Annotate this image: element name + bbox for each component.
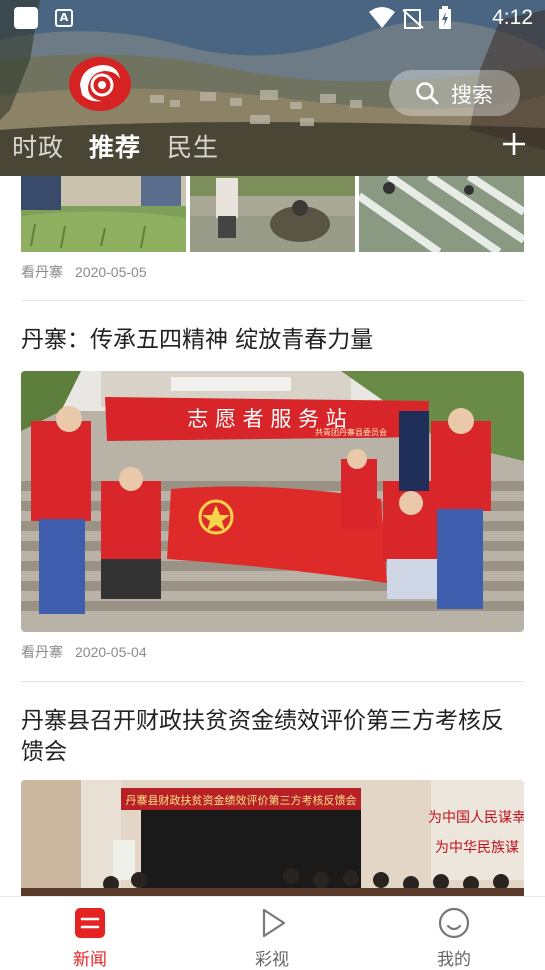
nav-news[interactable]: 新闻 bbox=[40, 897, 140, 970]
status-icons bbox=[369, 6, 451, 29]
news-icon bbox=[75, 908, 105, 938]
play-icon bbox=[262, 908, 286, 938]
thumbnail-image bbox=[190, 176, 355, 252]
news-date: 2020-05-05 bbox=[75, 264, 147, 280]
app-square-icon bbox=[14, 7, 38, 29]
search-label: 搜索 bbox=[451, 83, 493, 107]
plus-icon[interactable] bbox=[501, 131, 527, 157]
news-date: 2020-05-04 bbox=[75, 644, 147, 660]
divider bbox=[21, 681, 524, 682]
volunteers-photo: 志 愿 者 服 务 站 共青团丹寨县委员会 bbox=[21, 371, 524, 632]
search-icon bbox=[416, 82, 439, 105]
tab-shizheng[interactable]: 时政 bbox=[12, 128, 64, 164]
status-time: 4:12 bbox=[492, 6, 533, 29]
wifi-icon bbox=[369, 7, 395, 28]
header: A 4:12 搜索 时政 推荐 民生 bbox=[0, 0, 545, 176]
channel-tabs: 时政 推荐 民生 bbox=[0, 128, 545, 168]
nav-mine[interactable]: 我的 bbox=[404, 897, 504, 970]
bottom-nav: 新闻 彩视 我的 bbox=[0, 896, 545, 970]
tab-minsheng[interactable]: 民生 bbox=[167, 128, 219, 164]
nav-label: 我的 bbox=[437, 950, 471, 970]
news-meta: 看丹寨 2020-05-05 bbox=[21, 262, 147, 282]
tab-tuijian[interactable]: 推荐 bbox=[89, 128, 141, 164]
meeting-photo: 丹寨县财政扶贫资金绩效评价第三方考核反馈会 为中国人民谋幸 为中华民族谋 bbox=[21, 780, 524, 896]
news-source: 看丹寨 bbox=[21, 264, 63, 280]
meeting-banner-text: 丹寨县财政扶贫资金绩效评价第三方考核反馈会 bbox=[126, 793, 357, 807]
nav-video[interactable]: 彩视 bbox=[222, 897, 322, 970]
nav-label: 彩视 bbox=[255, 950, 289, 970]
news-image[interactable]: 丹寨县财政扶贫资金绩效评价第三方考核反馈会 为中国人民谋幸 为中华民族谋 bbox=[21, 780, 524, 896]
news-source: 看丹寨 bbox=[21, 644, 63, 660]
search-button[interactable]: 搜索 bbox=[389, 70, 520, 116]
status-bar: A 4:12 bbox=[0, 0, 545, 36]
thumbnail-image bbox=[21, 176, 186, 252]
a-icon: A bbox=[55, 9, 73, 27]
news-image[interactable]: 志 愿 者 服 务 站 共青团丹寨县委员会 bbox=[21, 371, 524, 632]
news-item-thumbnails[interactable] bbox=[21, 176, 524, 252]
smiley-icon bbox=[438, 907, 470, 939]
divider bbox=[21, 300, 524, 301]
thumbnail-image bbox=[359, 176, 524, 252]
wall-slogan-1: 为中国人民谋幸 bbox=[428, 810, 524, 826]
news-feed[interactable]: 看丹寨 2020-05-05 丹寨：传承五四精神 绽放青春力量 志 愿 者 服 务… bbox=[0, 176, 545, 896]
news-title[interactable]: 丹寨县召开财政扶贫资金绩效评价第三方考核反馈会 bbox=[21, 706, 524, 768]
wall-slogan-2: 为中华民族谋 bbox=[435, 840, 519, 856]
news-title[interactable]: 丹寨：传承五四精神 绽放青春力量 bbox=[21, 325, 524, 356]
banner-subtext: 共青团丹寨县委员会 bbox=[315, 427, 387, 437]
red-swirl-logo-icon[interactable] bbox=[66, 55, 132, 113]
nav-label: 新闻 bbox=[73, 950, 107, 970]
news-meta: 看丹寨 2020-05-04 bbox=[21, 642, 147, 662]
